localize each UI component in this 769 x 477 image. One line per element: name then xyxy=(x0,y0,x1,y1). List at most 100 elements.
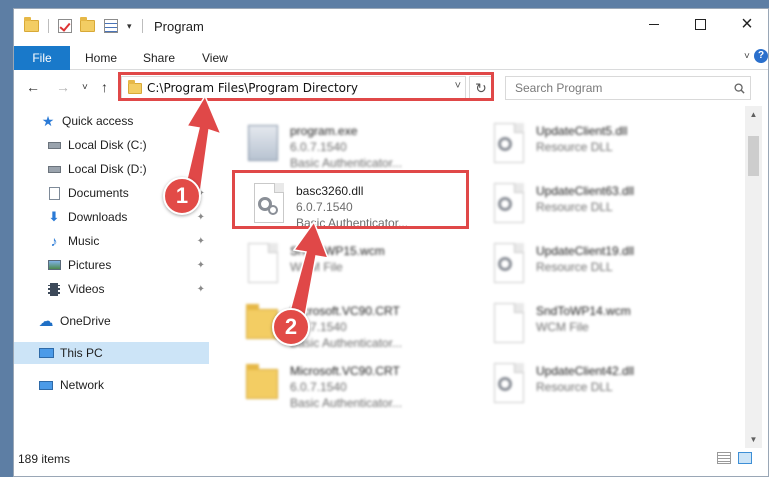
videos-icon xyxy=(46,282,62,296)
file-name: SndToWP14.wcm xyxy=(536,304,631,318)
list-item[interactable]: Microsoft.VC90.CRT 6.0.7.1540 Basic Auth… xyxy=(242,361,482,413)
cloud-icon: ☁ xyxy=(38,313,54,330)
sidebar-item-label: Quick access xyxy=(62,114,134,128)
pin-icon[interactable]: ✦ xyxy=(197,284,205,295)
close-button[interactable]: × xyxy=(724,9,769,39)
title-separator xyxy=(142,18,143,34)
file-icon xyxy=(242,241,282,289)
sidebar-item-onedrive[interactable]: ☁ OneDrive xyxy=(14,310,209,332)
step-2-badge: 2 xyxy=(272,308,310,346)
properties-check-icon[interactable] xyxy=(58,18,72,34)
file-type: WCM File xyxy=(290,260,343,274)
step-1-badge: 1 xyxy=(163,177,201,215)
sidebar-item-label: Downloads xyxy=(68,210,128,224)
dll-icon xyxy=(488,121,528,169)
large-icons-view-icon[interactable] xyxy=(738,452,752,464)
new-folder-icon[interactable] xyxy=(80,17,95,34)
network-icon xyxy=(38,378,54,392)
navigation-pane: ★ Quick access Local Disk (C:) Local Dis… xyxy=(14,106,209,448)
sidebar-item-pictures[interactable]: Pictures ✦ xyxy=(14,254,209,276)
file-version: 6.0.7.1540 xyxy=(290,380,347,394)
scroll-down-icon[interactable]: ▼ xyxy=(745,431,762,448)
search-input[interactable] xyxy=(505,76,751,100)
sidebar-item-label: OneDrive xyxy=(60,314,111,328)
list-item[interactable]: UpdateClient63.dll Resource DLL xyxy=(488,181,728,233)
star-icon: ★ xyxy=(41,112,55,129)
title-bar: ▾ Program × xyxy=(14,9,768,43)
refresh-button[interactable]: ↻ xyxy=(469,76,493,100)
list-item[interactable]: SndToWP15.wcm WCM File xyxy=(242,241,482,293)
recent-locations-button[interactable]: ˅ xyxy=(82,82,88,93)
sidebar-item-label: Network xyxy=(60,378,105,392)
file-description: Basic Authenticator... xyxy=(290,396,403,410)
window-title: Program xyxy=(154,19,204,34)
file-type: WCM File xyxy=(536,320,589,334)
sidebar-item-label: Local Disk (C:) xyxy=(68,138,147,152)
file-type: Resource DLL xyxy=(536,200,613,214)
list-item[interactable]: program.exe 6.0.7.1540 Basic Authenticat… xyxy=(242,121,482,173)
minimize-button[interactable] xyxy=(631,9,677,39)
sidebar-item-network[interactable]: Network xyxy=(14,374,209,396)
search-icon[interactable] xyxy=(734,83,745,94)
pin-icon[interactable]: ✦ xyxy=(197,212,205,223)
list-item[interactable]: UpdateClient19.dll Resource DLL xyxy=(488,241,728,293)
sidebar-item-label: This PC xyxy=(60,346,103,360)
sidebar-item-label: Music xyxy=(68,234,100,248)
file-version: 6.0.7.1540 xyxy=(296,200,353,214)
help-icon[interactable]: ? xyxy=(754,49,768,63)
sidebar-item-label: Videos xyxy=(68,282,105,296)
folder-icon xyxy=(24,17,39,34)
file-version: 6.0.7.1540 xyxy=(290,140,347,154)
address-bar[interactable]: C:\Program Files\Program Directory ˅ xyxy=(121,76,466,100)
ribbon: File Home Share View ˅ ? xyxy=(14,46,768,70)
scrollbar-thumb[interactable] xyxy=(748,136,759,176)
maximize-button[interactable] xyxy=(677,9,723,39)
documents-icon xyxy=(46,186,62,200)
dll-icon xyxy=(488,241,528,289)
dll-icon xyxy=(488,361,528,409)
file-explorer-window: ▾ Program × File Home Share View ˅ ? ← →… xyxy=(13,8,769,477)
sidebar-item-music[interactable]: ♪ Music ✦ xyxy=(14,230,209,252)
list-item[interactable]: SndToWP14.wcm WCM File xyxy=(488,301,728,353)
tab-home[interactable]: Home xyxy=(85,46,117,70)
scroll-up-icon[interactable]: ▲ xyxy=(745,106,762,123)
sidebar-item-local-disk-c[interactable]: Local Disk (C:) xyxy=(14,134,209,156)
list-item[interactable]: UpdateClient42.dll Resource DLL xyxy=(488,361,728,413)
file-name: UpdateClient5.dll xyxy=(536,124,628,138)
sidebar-item-this-pc[interactable]: This PC xyxy=(14,342,209,364)
file-name: UpdateClient42.dll xyxy=(536,364,635,378)
details-view-icon[interactable] xyxy=(717,452,731,464)
file-type: Resource DLL xyxy=(536,140,613,154)
file-list: program.exe 6.0.7.1540 Basic Authenticat… xyxy=(228,109,743,446)
music-icon: ♪ xyxy=(50,233,58,249)
exe-icon xyxy=(242,121,282,169)
customize-qa-dropdown[interactable]: ▾ xyxy=(127,18,132,34)
address-path[interactable]: C:\Program Files\Program Directory xyxy=(147,81,358,95)
up-button[interactable]: ↑ xyxy=(101,79,108,95)
file-description: Basic Authenticator... xyxy=(296,216,409,230)
dll-icon xyxy=(248,181,288,229)
sidebar-item-quick-access[interactable]: ★ Quick access xyxy=(14,110,209,132)
file-name: UpdateClient19.dll xyxy=(536,244,635,258)
pin-icon[interactable]: ✦ xyxy=(197,260,205,271)
file-name: program.exe xyxy=(290,124,358,138)
file-icon xyxy=(488,301,528,349)
navigation-bar: ← → ˅ ↑ C:\Program Files\Program Directo… xyxy=(14,71,768,104)
drive-icon xyxy=(46,162,62,176)
pin-icon[interactable]: ✦ xyxy=(197,236,205,247)
qa-separator xyxy=(48,18,49,34)
ribbon-expand-icon[interactable]: ˅ xyxy=(744,51,754,62)
properties-icon[interactable] xyxy=(104,18,118,34)
file-name: Microsoft.VC90.CRT xyxy=(290,364,400,378)
tab-file[interactable]: File xyxy=(14,46,70,70)
back-button[interactable]: ← xyxy=(26,79,40,95)
list-item-basc3260[interactable]: basc3260.dll 6.0.7.1540 Basic Authentica… xyxy=(248,181,488,233)
list-item[interactable]: UpdateClient5.dll Resource DLL xyxy=(488,121,728,173)
vertical-scrollbar[interactable]: ▲ ▼ xyxy=(745,106,762,448)
tab-view[interactable]: View xyxy=(202,46,228,70)
sidebar-item-videos[interactable]: Videos ✦ xyxy=(14,278,209,300)
tab-share[interactable]: Share xyxy=(143,46,175,70)
folder-icon xyxy=(128,79,142,94)
address-dropdown-icon[interactable]: ˅ xyxy=(455,80,461,92)
forward-button[interactable]: → xyxy=(56,79,70,95)
